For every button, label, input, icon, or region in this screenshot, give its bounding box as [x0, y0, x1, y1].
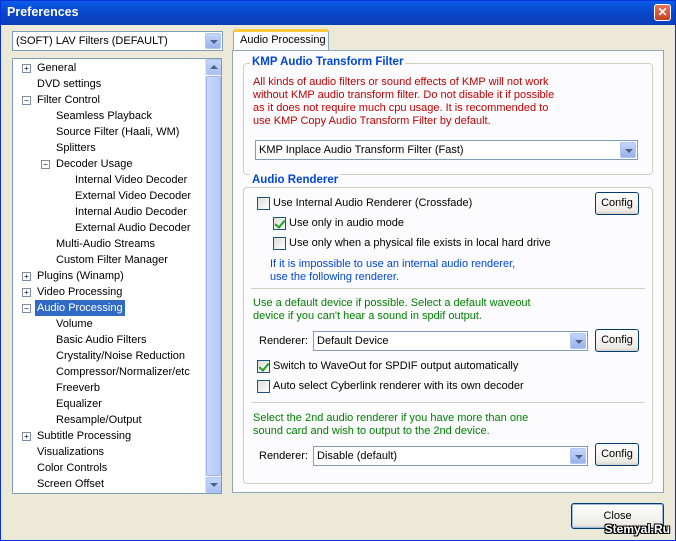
tree-item-freeverb[interactable]: Freeverb [54, 380, 102, 396]
transform-note-line: All kinds of audio filters or sound effe… [253, 76, 549, 88]
tree-item-decoder-usage[interactable]: Decoder Usage [54, 156, 134, 172]
switch-waveout-label: Switch to WaveOut for SPDIF output autom… [273, 360, 519, 372]
preset-select[interactable]: (SOFT) LAV Filters (DEFAULT) [12, 31, 223, 51]
tree-item-plugins[interactable]: Plugins (Winamp) [35, 268, 126, 284]
use-internal-renderer-checkbox[interactable] [257, 197, 270, 210]
chevron-down-icon[interactable] [620, 142, 636, 158]
auto-cyberlink-label: Auto select Cyberlink renderer with its … [273, 380, 524, 392]
expand-icon[interactable]: + [22, 64, 31, 73]
expand-icon[interactable]: + [22, 288, 31, 297]
fallback-note-line: use the following renderer. [270, 271, 400, 283]
renderer-config-button[interactable]: Config [595, 329, 639, 352]
tree-item-equalizer[interactable]: Equalizer [54, 396, 104, 412]
tree-item-splitters[interactable]: Splitters [54, 140, 98, 156]
settings-tree: + General DVD settings − Filter Control … [12, 58, 222, 494]
tree-item-compressor[interactable]: Compressor/Normalizer/etc [54, 364, 192, 380]
tree-item-source-filter[interactable]: Source Filter (Haali, WM) [54, 124, 181, 140]
tree-item-custom-filter-manager[interactable]: Custom Filter Manager [54, 252, 170, 268]
default-device-note-line: Use a default device if possible. Select… [253, 297, 531, 309]
title-bar: Preferences ✕ [1, 1, 675, 25]
tree-item-seamless-playback[interactable]: Seamless Playback [54, 108, 154, 124]
renderer-label: Renderer: [259, 335, 308, 347]
tree-item-crystality[interactable]: Crystality/Noise Reduction [54, 348, 187, 364]
chevron-down-icon[interactable] [570, 333, 586, 349]
collapse-icon[interactable]: − [41, 160, 50, 169]
use-internal-renderer-label: Use Internal Audio Renderer (Crossfade) [273, 197, 473, 209]
tree-item-resample-output[interactable]: Resample/Output [54, 412, 144, 428]
tree-item-general[interactable]: General [35, 60, 78, 76]
chevron-down-icon[interactable] [205, 33, 221, 49]
second-renderer-note-line: sound card and wish to output to the 2nd… [253, 425, 490, 437]
audio-processing-panel: KMP Audio Transform Filter All kinds of … [232, 50, 664, 493]
second-renderer-select[interactable]: Disable (default) [313, 446, 588, 466]
watermark: Stemyal.Ru [604, 522, 670, 536]
audio-mode-only-label: Use only in audio mode [289, 217, 404, 229]
tree-item-external-video-decoder[interactable]: External Video Decoder [73, 188, 193, 204]
local-file-only-label: Use only when a physical file exists in … [289, 237, 551, 249]
transform-note-line: as it does not require much cpu usage. I… [253, 102, 549, 114]
tree-item-audio-processing[interactable]: Audio Processing [35, 300, 125, 316]
renderer-value: Default Device [317, 335, 389, 347]
audio-mode-only-checkbox[interactable] [273, 217, 286, 230]
second-renderer-note-line: Select the 2nd audio renderer if you hav… [253, 412, 529, 424]
local-file-only-checkbox[interactable] [273, 237, 286, 250]
tab-audio-processing[interactable]: Audio Processing [233, 29, 329, 51]
tree-item-multi-audio-streams[interactable]: Multi-Audio Streams [54, 236, 157, 252]
tree-scrollbar[interactable] [205, 59, 221, 493]
close-icon[interactable]: ✕ [654, 4, 671, 21]
tree-item-internal-audio-decoder[interactable]: Internal Audio Decoder [73, 204, 189, 220]
second-renderer-value: Disable (default) [317, 450, 398, 462]
fallback-note-line: If it is impossible to use an internal a… [270, 258, 516, 270]
switch-waveout-checkbox[interactable] [257, 360, 270, 373]
tree-item-screen-offset[interactable]: Screen Offset [35, 476, 106, 492]
tree-item-color-controls[interactable]: Color Controls [35, 460, 109, 476]
tree-item-filter-control[interactable]: Filter Control [35, 92, 102, 108]
internal-renderer-config-button[interactable]: Config [595, 192, 639, 215]
transform-filter-value: KMP Inplace Audio Transform Filter (Fast… [259, 144, 464, 156]
tree-item-visualizations[interactable]: Visualizations [35, 444, 106, 460]
tree-item-internal-video-decoder[interactable]: Internal Video Decoder [73, 172, 189, 188]
tree-item-dvd-settings[interactable]: DVD settings [35, 76, 103, 92]
tree-item-volume[interactable]: Volume [54, 316, 95, 332]
renderer-select[interactable]: Default Device [313, 331, 588, 351]
tree-item-subtitle-processing[interactable]: Subtitle Processing [35, 428, 133, 444]
auto-cyberlink-checkbox[interactable] [257, 380, 270, 393]
second-renderer-label: Renderer: [259, 450, 308, 462]
scroll-thumb[interactable] [206, 76, 221, 476]
transform-note-line: use KMP Copy Audio Transform Filter by d… [253, 115, 491, 127]
collapse-icon[interactable]: − [22, 304, 31, 313]
audio-renderer-title: Audio Renderer [250, 174, 341, 186]
chevron-down-icon[interactable] [570, 448, 586, 464]
default-device-note-line: device if you can't hear a sound in spdi… [253, 310, 482, 322]
scroll-up-icon[interactable] [206, 59, 221, 75]
scroll-down-icon[interactable] [206, 477, 221, 493]
window-title: Preferences [7, 5, 79, 19]
tree-item-video-processing[interactable]: Video Processing [35, 284, 124, 300]
expand-icon[interactable]: + [22, 432, 31, 441]
divider [251, 288, 645, 289]
expand-icon[interactable]: + [22, 272, 31, 281]
transform-filter-select[interactable]: KMP Inplace Audio Transform Filter (Fast… [255, 140, 638, 160]
preferences-window: Preferences ✕ (SOFT) LAV Filters (DEFAUL… [0, 0, 676, 541]
transform-note-line: without KMP audio transform filter. Do n… [253, 89, 555, 101]
transform-filter-title: KMP Audio Transform Filter [250, 56, 406, 68]
second-renderer-config-button[interactable]: Config [595, 443, 639, 466]
tree-item-external-audio-decoder[interactable]: External Audio Decoder [73, 220, 193, 236]
preset-value: (SOFT) LAV Filters (DEFAULT) [16, 35, 168, 47]
collapse-icon[interactable]: − [22, 96, 31, 105]
tree-item-basic-audio-filters[interactable]: Basic Audio Filters [54, 332, 148, 348]
divider [251, 402, 645, 403]
